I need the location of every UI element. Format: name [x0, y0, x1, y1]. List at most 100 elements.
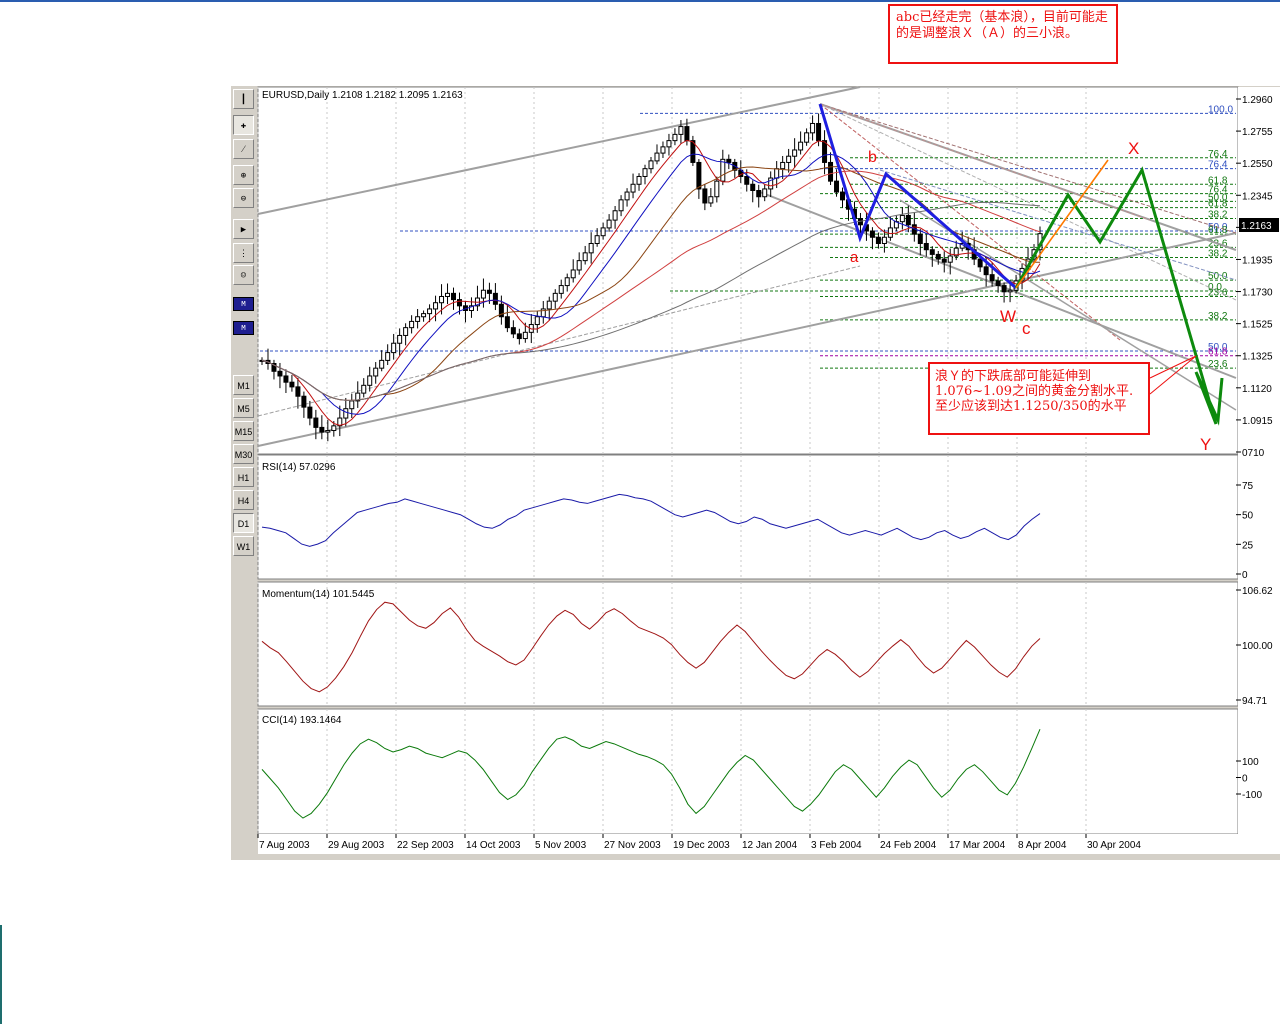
time-tick-label: 7 Aug 2003 — [259, 840, 310, 851]
candle-body — [666, 140, 672, 148]
candle-body — [421, 313, 427, 318]
candle-body — [534, 316, 540, 326]
candle-body — [313, 417, 319, 428]
fib-level-label: 61.8 — [1208, 199, 1228, 210]
momentum-pane — [257, 581, 1239, 707]
candle-body — [810, 122, 816, 134]
candle-body — [630, 183, 636, 193]
candle-body — [654, 152, 660, 162]
candle-body — [642, 168, 648, 177]
annotation-note-top: abc已经走完（基本浪），目前可能走的是调整浪Ｘ（Ａ）的三小浪。 — [888, 4, 1118, 64]
indicator-tick-label: 25 — [1242, 540, 1254, 551]
candle-body — [989, 274, 995, 282]
candle-body — [684, 126, 690, 142]
chart-area: 100.076.476.461.876.450.061.838.250.061.… — [257, 86, 1280, 854]
price-tick-label: 1.2550 — [1242, 159, 1273, 170]
time-tick-label: 19 Dec 2003 — [673, 840, 730, 851]
price-tick-label: 1.0915 — [1242, 416, 1273, 427]
indicator-tick-label: 75 — [1242, 481, 1254, 492]
candle-body — [385, 352, 391, 361]
candle-body — [648, 160, 654, 170]
candle-body — [786, 155, 792, 163]
candle-body — [696, 161, 702, 190]
wave-label-a: a — [850, 249, 859, 266]
time-tick-label: 14 Oct 2003 — [466, 840, 521, 851]
candle-body — [558, 285, 564, 294]
time-tick-label: 22 Sep 2003 — [397, 840, 454, 851]
price-tick-label: 1.1120 — [1242, 384, 1272, 395]
candle-body — [636, 175, 642, 185]
candle-body — [289, 381, 295, 388]
candle-body — [678, 126, 684, 135]
time-tick-label: 3 Feb 2004 — [811, 840, 862, 851]
candle-body — [750, 183, 756, 191]
price-tick-label: 1.2755 — [1242, 127, 1273, 138]
candle-body — [929, 249, 935, 255]
current-price-value: 1.2163 — [1241, 221, 1272, 232]
indicator-tick-label: 106.62 — [1242, 586, 1273, 597]
candle-body — [283, 375, 289, 383]
fib-level-label: 23.6 — [1208, 287, 1228, 298]
candle-body — [307, 406, 313, 419]
fib-level-label: 38.2 — [1208, 249, 1228, 260]
candle-body — [618, 199, 624, 212]
candle-body — [905, 214, 911, 226]
candle-body — [869, 230, 875, 238]
candle-body — [319, 426, 325, 433]
candle-body — [756, 190, 762, 198]
candle-body — [822, 140, 828, 163]
indicator-tick-label: -100 — [1242, 790, 1262, 801]
candle-body — [780, 161, 786, 170]
candle-body — [762, 188, 768, 198]
candle-body — [522, 331, 528, 340]
time-tick-label: 8 Apr 2004 — [1018, 840, 1067, 851]
candle-body — [433, 302, 439, 310]
indicator-tick-label: 0 — [1242, 570, 1248, 581]
candle-body — [552, 292, 558, 302]
candle-body — [947, 255, 953, 263]
fib-level-label: 100.0 — [1208, 104, 1233, 115]
rsi-pane — [257, 454, 1239, 580]
time-tick-label: 29 Aug 2003 — [328, 840, 385, 851]
candle-body — [277, 370, 283, 377]
fib-level-label: 38.2 — [1208, 311, 1228, 322]
candle-body — [373, 367, 379, 377]
candle-body — [343, 408, 349, 419]
candle-body — [480, 289, 486, 299]
time-tick-label: 30 Apr 2004 — [1087, 840, 1141, 851]
candle-body — [714, 180, 720, 198]
candle-body — [492, 292, 498, 305]
candle-body — [546, 300, 552, 310]
candle-body — [881, 236, 887, 244]
fib-level-label: 61.8 — [1208, 347, 1228, 358]
indicator-tick-label: 100.00 — [1242, 641, 1273, 652]
candle-body — [349, 400, 355, 410]
candle-body — [582, 252, 588, 262]
candle-body — [379, 359, 385, 369]
candle-body — [439, 295, 445, 304]
candle-body — [612, 210, 618, 221]
candle-body — [415, 316, 421, 322]
momentum-title: Momentum(14) 101.5445 — [262, 589, 375, 600]
candle-body — [660, 146, 666, 154]
candle-body — [899, 214, 905, 223]
price-tick-label: 1.1525 — [1242, 320, 1273, 331]
candle-body — [1007, 289, 1013, 293]
candle-body — [744, 175, 750, 185]
price-tick-label: 1.2345 — [1242, 191, 1273, 202]
candle-body — [325, 430, 331, 433]
candle-body — [295, 386, 301, 397]
candle-body — [600, 227, 606, 237]
candle-body — [588, 242, 594, 254]
indicator-tick-label: 0 — [1242, 774, 1248, 785]
candle-body — [977, 258, 983, 268]
time-tick-label: 5 Nov 2003 — [535, 840, 587, 851]
candle-body — [875, 236, 881, 244]
candle-body — [792, 149, 798, 157]
price-tick-label: 0710 — [1242, 448, 1265, 459]
candle-body — [923, 242, 929, 251]
candle-body — [451, 292, 457, 301]
indicator-tick-label: 50 — [1242, 511, 1254, 522]
candle-body — [576, 260, 582, 271]
rsi-title: RSI(14) 57.0296 — [262, 462, 336, 473]
